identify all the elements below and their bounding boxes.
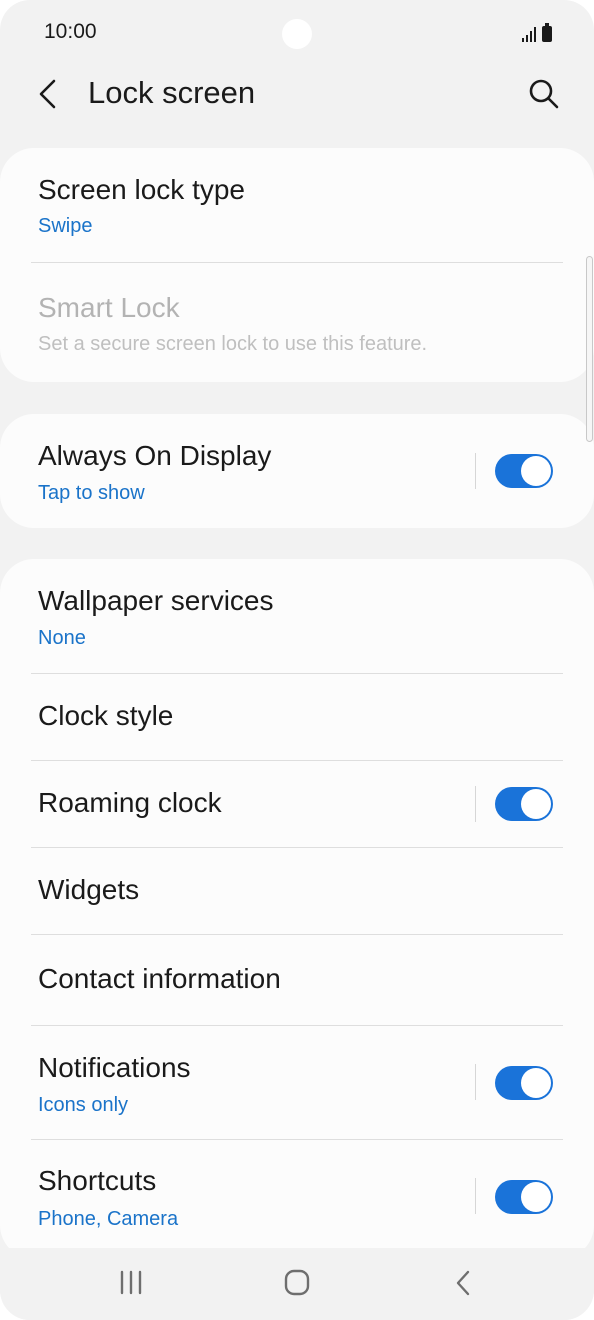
wallpaper-services-value: None xyxy=(38,627,86,649)
back-icon xyxy=(456,1270,470,1296)
status-time: 10:00 xyxy=(44,20,97,43)
always-on-display-toggle[interactable] xyxy=(495,454,553,488)
shortcuts-value: Phone, Camera xyxy=(38,1208,179,1230)
search-button[interactable] xyxy=(524,74,564,114)
page-title: Lock screen xyxy=(88,75,256,110)
signal-icon xyxy=(522,26,536,42)
notifications-toggle[interactable] xyxy=(495,1066,553,1100)
status-icons xyxy=(522,23,552,42)
clock-style-row[interactable]: Clock style xyxy=(0,674,594,760)
recents-icon xyxy=(120,1270,142,1295)
smart-lock-title: Smart Lock xyxy=(38,292,180,323)
toggle-knob xyxy=(521,456,551,486)
toggle-knob xyxy=(521,1068,551,1098)
toggle-knob xyxy=(521,789,551,819)
clock-style-title: Clock style xyxy=(38,700,174,731)
toggle-knob xyxy=(521,1182,551,1212)
always-on-display-card: Always On Display Tap to show xyxy=(0,414,594,528)
nav-back-button[interactable] xyxy=(443,1268,483,1298)
always-on-display-value: Tap to show xyxy=(38,482,145,504)
always-on-display-row[interactable]: Always On Display Tap to show xyxy=(0,414,594,528)
roaming-clock-toggle[interactable] xyxy=(495,787,553,821)
back-button[interactable] xyxy=(28,74,68,114)
screen-lock-type-title: Screen lock type xyxy=(38,174,245,205)
always-on-display-title: Always On Display xyxy=(38,440,272,471)
scrollbar[interactable] xyxy=(586,256,593,442)
home-button[interactable] xyxy=(277,1268,317,1298)
roaming-clock-title: Roaming clock xyxy=(38,787,222,818)
shortcuts-title: Shortcuts xyxy=(38,1165,157,1196)
smart-lock-row: Smart Lock Set a secure screen lock to u… xyxy=(0,263,594,382)
home-icon xyxy=(284,1269,310,1296)
widgets-row[interactable]: Widgets xyxy=(0,848,594,934)
shortcuts-row[interactable]: Shortcuts Phone, Camera xyxy=(0,1140,594,1250)
notifications-value: Icons only xyxy=(38,1094,129,1116)
security-card: Screen lock type Swipe Smart Lock Set a … xyxy=(0,148,594,382)
status-bar: 10:00 xyxy=(0,0,594,68)
separator xyxy=(475,1178,476,1214)
smart-lock-subtitle: Set a secure screen lock to use this fea… xyxy=(38,333,428,355)
contact-information-title: Contact information xyxy=(38,963,281,994)
lock-screen-options-card: Wallpaper services None Clock style Roam… xyxy=(0,559,594,1259)
chevron-left-icon xyxy=(39,79,56,109)
recents-button[interactable] xyxy=(111,1268,151,1298)
screen-lock-type-row[interactable]: Screen lock type Swipe xyxy=(0,148,594,262)
search-icon xyxy=(529,79,559,109)
wallpaper-services-title: Wallpaper services xyxy=(38,585,274,616)
shortcuts-toggle[interactable] xyxy=(495,1180,553,1214)
screen-lock-type-value: Swipe xyxy=(38,215,93,237)
front-camera-cutout xyxy=(282,19,312,49)
contact-information-row[interactable]: Contact information xyxy=(0,935,594,1025)
separator xyxy=(475,453,476,489)
navigation-bar xyxy=(0,1248,594,1320)
phone-screen: 10:00 Lock screen Screen lock type Swipe… xyxy=(0,0,594,1320)
separator xyxy=(475,786,476,822)
wallpaper-services-row[interactable]: Wallpaper services None xyxy=(0,559,594,673)
battery-icon xyxy=(542,23,552,42)
notifications-row[interactable]: Notifications Icons only xyxy=(0,1026,594,1139)
separator xyxy=(475,1064,476,1100)
roaming-clock-row[interactable]: Roaming clock xyxy=(0,761,594,847)
app-header: Lock screen xyxy=(0,60,594,130)
notifications-title: Notifications xyxy=(38,1052,191,1083)
widgets-title: Widgets xyxy=(38,874,140,905)
